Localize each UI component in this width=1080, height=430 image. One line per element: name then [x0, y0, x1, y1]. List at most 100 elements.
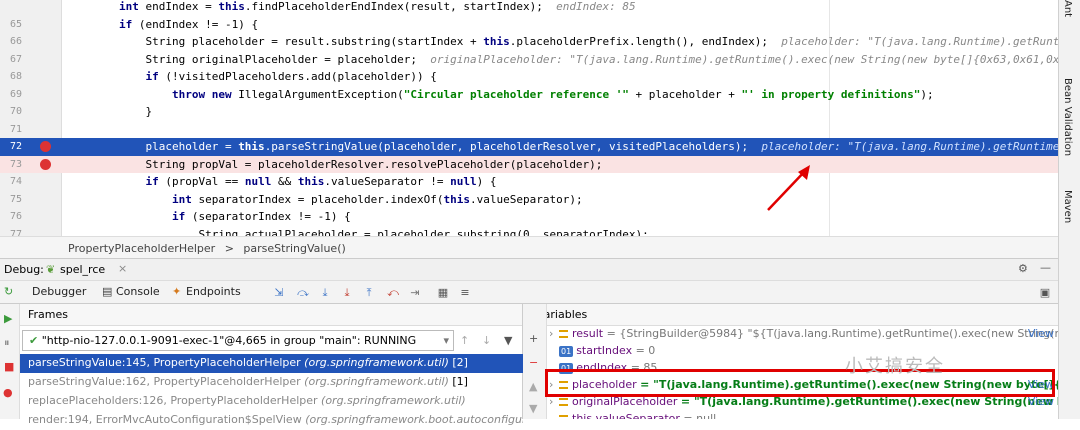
- gear-icon[interactable]: ⚙: [1018, 262, 1028, 275]
- code-line[interactable]: 69 throw new IllegalArgumentException("C…: [0, 86, 1058, 104]
- line-number: 68: [9, 71, 22, 82]
- frame-pkg: (org.springframework.util): [304, 356, 449, 369]
- code-text: if (!visitedPlaceholders.add(placeholder…: [62, 68, 437, 86]
- minimize-icon[interactable]: —: [1040, 261, 1051, 274]
- stack-frame[interactable]: replacePlaceholders:126, PropertyPlaceho…: [20, 392, 523, 411]
- resume-icon[interactable]: ▶: [4, 312, 12, 325]
- code-token: String propVal = placeholderResolver.res…: [66, 157, 603, 171]
- code-str: "' in property definitions": [741, 87, 921, 101]
- breakpoints-icon[interactable]: ●: [3, 386, 13, 399]
- trace-icon[interactable]: ≡: [458, 286, 472, 300]
- variable-value: = 0: [635, 344, 656, 357]
- breakpoint-icon[interactable]: [40, 158, 51, 170]
- force-step-into-icon[interactable]: ⤓: [340, 286, 354, 300]
- line-number: 74: [9, 176, 22, 187]
- tool-tab-maven[interactable]: Maven: [1062, 190, 1073, 223]
- red-arrow-annotation: [767, 165, 810, 211]
- breadcrumb-class[interactable]: PropertyPlaceholderHelper: [68, 242, 215, 255]
- tool-tab-bean-validation[interactable]: Bean Validation: [1062, 78, 1073, 156]
- expand-chevron-icon[interactable]: ›: [547, 325, 559, 342]
- line-number: 69: [9, 88, 22, 100]
- run-to-cursor-icon[interactable]: ⇥: [408, 286, 422, 300]
- code-text: }: [62, 103, 152, 121]
- stop-icon[interactable]: ■: [4, 360, 14, 373]
- variable-row[interactable]: this.valueSeparator = null: [547, 410, 1058, 419]
- code-line[interactable]: int endIndex = this.findPlaceholderEndIn…: [0, 0, 1058, 16]
- stack-frame[interactable]: render:194, ErrorMvcAutoConfiguration$Sp…: [20, 411, 523, 430]
- tab-debugger[interactable]: Debugger: [32, 285, 86, 298]
- code-text: String propVal = placeholderResolver.res…: [62, 156, 602, 174]
- code-kw: this: [297, 175, 325, 188]
- pause-icon[interactable]: ⏸: [4, 336, 10, 350]
- code-token: (!visitedPlaceholders.add(placeholder)) …: [158, 70, 437, 83]
- code-text: if (propVal == null && this.valueSeparat…: [62, 173, 496, 191]
- frames-header: Frames: [20, 304, 522, 326]
- stack-frame[interactable]: parseStringValue:162, PropertyPlaceholde…: [20, 373, 523, 392]
- leaf-icon: ❦: [46, 263, 56, 276]
- move-down-icon[interactable]: ▼: [529, 402, 537, 415]
- frame-up-icon[interactable]: ↑: [460, 334, 469, 347]
- code-text: String placeholder = result.substring(st…: [62, 33, 1058, 51]
- step-over-icon[interactable]: ⤼: [296, 286, 310, 300]
- breadcrumb-method[interactable]: parseStringValue(): [243, 242, 345, 255]
- code-kw: this: [443, 192, 471, 206]
- code-line[interactable]: 70 }: [0, 103, 1058, 121]
- frame-down-icon[interactable]: ↓: [482, 334, 491, 347]
- tab-console[interactable]: Console: [116, 285, 160, 298]
- code-line[interactable]: 67 String originalPlaceholder = placehol…: [0, 51, 1058, 69]
- stack-frame[interactable]: parseStringValue:145, PropertyPlaceholde…: [20, 354, 523, 373]
- code-line[interactable]: 72 placeholder = this.parseStringValue(p…: [0, 138, 1058, 156]
- code-hint: placeholder: "T(java.lang.Runtime).getRu…: [781, 35, 1058, 48]
- code-hint: placeholder: "T(java.lang.Runtime).getRu…: [761, 140, 1058, 153]
- debug-session-tab[interactable]: spel_rce: [60, 263, 105, 276]
- frame-pkg: (org.springframework.util): [321, 394, 466, 407]
- step-out-icon[interactable]: ⤒: [362, 286, 376, 300]
- remove-watch-icon[interactable]: −: [529, 356, 538, 369]
- drop-frame-icon[interactable]: ⤺: [386, 286, 400, 300]
- restore-layout-icon[interactable]: ▣: [1038, 286, 1052, 300]
- code-line[interactable]: 75 int separatorIndex = placeholder.inde…: [0, 191, 1058, 209]
- filter-icon[interactable]: ▼: [504, 334, 512, 347]
- chevron-down-icon[interactable]: ▾: [443, 334, 449, 347]
- code-line[interactable]: 77 String actualPlaceholder = placeholde…: [0, 226, 1058, 237]
- code-line[interactable]: 76 if (separatorIndex != -1) {: [0, 208, 1058, 226]
- code-line[interactable]: 74 if (propVal == null && this.valueSepa…: [0, 173, 1058, 191]
- line-number: 66: [9, 36, 22, 47]
- line-number: 70: [9, 106, 22, 117]
- add-watch-icon[interactable]: +: [529, 332, 538, 345]
- show-execution-point-icon[interactable]: ⇲: [272, 286, 286, 300]
- rerun-icon[interactable]: ↻: [4, 285, 13, 298]
- code-line[interactable]: 71: [0, 121, 1058, 139]
- frame-pkg: (org.springframework.boot.autoconfigure.…: [305, 413, 523, 426]
- code-token: .parseStringValue(placeholder, placehold…: [264, 140, 762, 153]
- right-tool-bar: Ant Bean Validation Maven: [1058, 0, 1080, 419]
- tab-endpoints[interactable]: Endpoints: [186, 285, 241, 298]
- code-token: (propVal ==: [158, 175, 245, 188]
- variable-row[interactable]: 01 startIndex = 0: [547, 342, 1058, 359]
- code-editor[interactable]: int endIndex = this.findPlaceholderEndIn…: [0, 0, 1058, 236]
- breakpoint-icon[interactable]: [40, 141, 51, 152]
- evaluate-expression-icon[interactable]: ▦: [436, 286, 450, 300]
- variable-row[interactable]: › result = {StringBuilder@5984} "${T(java…: [547, 325, 1058, 342]
- code-kw: null: [450, 175, 477, 188]
- tool-tab-ant[interactable]: Ant: [1062, 0, 1073, 17]
- code-str: "Circular placeholder reference '": [403, 87, 629, 101]
- object-icon: [559, 330, 568, 338]
- code-line[interactable]: 65 if (endIndex != -1) {: [0, 16, 1058, 34]
- code-line[interactable]: 73 String propVal = placeholderResolver.…: [0, 155, 1058, 174]
- thread-selector[interactable]: ✔ "http-nio-127.0.0.1-9091-exec-1"@4,665…: [22, 330, 454, 351]
- code-line[interactable]: 66 String placeholder = result.substring…: [0, 33, 1058, 51]
- line-number: 73: [9, 158, 22, 170]
- code-token: );: [920, 87, 934, 101]
- close-icon[interactable]: ×: [118, 262, 127, 275]
- code-line[interactable]: 68 if (!visitedPlaceholders.add(placehol…: [0, 68, 1058, 86]
- move-up-icon[interactable]: ▲: [529, 380, 537, 393]
- step-into-icon[interactable]: ⤓: [318, 286, 332, 300]
- view-link[interactable]: View: [1028, 325, 1054, 342]
- code-text: String originalPlaceholder = placeholder…: [62, 51, 1058, 69]
- frame-pkg: (org.springframework.util): [304, 375, 449, 388]
- code-token: (endIndex != -1) {: [132, 17, 259, 31]
